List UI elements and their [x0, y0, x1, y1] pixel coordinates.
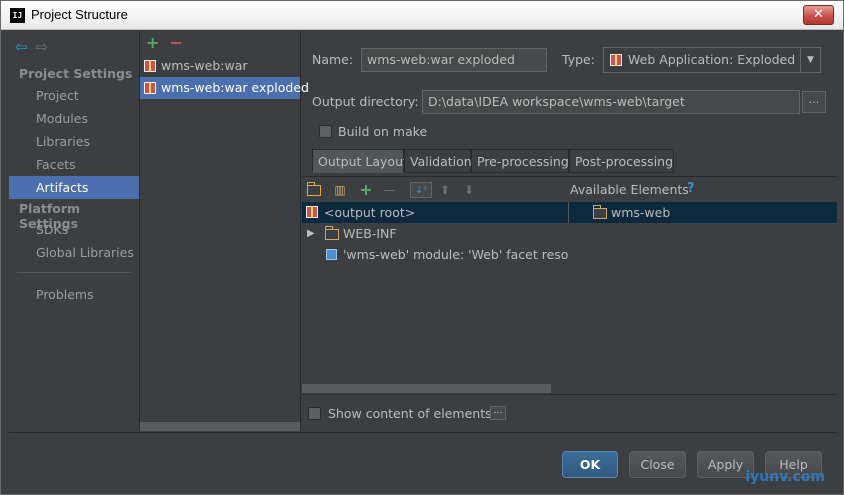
output-layout-toolbar: ▥ + — ↓ᶻ ⬆ ⬇ Available Elements ?: [302, 176, 837, 202]
nav-item-artifacts[interactable]: Artifacts: [9, 176, 139, 199]
dialog-footer: OK Close Apply Help iyunv.com: [9, 432, 837, 489]
artifact-icon: [306, 206, 318, 218]
title-bar: IJ Project Structure ✕: [1, 1, 843, 30]
chevron-down-icon: ▼: [800, 48, 820, 72]
nav-item-sdks[interactable]: SDKs: [9, 218, 139, 241]
artifact-list-scrollbar[interactable]: [140, 422, 300, 431]
tree-horizontal-scrollbar[interactable]: [302, 384, 551, 393]
tab-pre-processing[interactable]: Pre-processing: [471, 149, 569, 173]
available-element-label[interactable]: wms-web: [611, 202, 670, 223]
back-arrow-icon[interactable]: ⇦: [15, 38, 28, 56]
close-window-button[interactable]: ✕: [803, 5, 834, 25]
forward-arrow-icon[interactable]: ⇨: [36, 38, 49, 56]
output-directory-label: Output directory:: [312, 94, 419, 109]
settings-nav: ⇦ ⇨ Project Settings Project Modules Libr…: [9, 31, 140, 431]
build-on-make-label: Build on make: [338, 124, 428, 139]
artifact-icon: [144, 82, 156, 94]
browse-button[interactable]: ...: [802, 91, 826, 113]
site-watermark: iyunv.com: [745, 469, 825, 485]
sort-icon[interactable]: ↓ᶻ: [410, 182, 432, 198]
tab-post-processing[interactable]: Post-processing: [569, 149, 674, 173]
tree-row-web-facet[interactable]: 'wms-web' module: 'Web' facet resour: [302, 244, 837, 265]
type-value: Web Application: Exploded: [628, 52, 796, 67]
archive-icon[interactable]: ▥: [332, 182, 348, 198]
artifact-toolbar: + −: [140, 31, 300, 55]
folder-icon: [593, 205, 607, 219]
artifact-list-panel: + − wms-web:war wms-web:war exploded: [140, 31, 309, 431]
show-content-options-button[interactable]: ...: [490, 406, 506, 420]
nav-item-problems[interactable]: Problems: [9, 283, 139, 306]
nav-divider: [17, 272, 131, 273]
tree-row-web-inf[interactable]: ▶ WEB-INF: [302, 223, 837, 244]
type-label: Type:: [562, 52, 595, 67]
project-settings-header: Project Settings: [19, 66, 133, 81]
name-label: Name:: [312, 52, 354, 67]
nav-item-facets[interactable]: Facets: [9, 153, 139, 176]
type-dropdown[interactable]: Web Application: Exploded ▼: [603, 47, 821, 73]
artifact-item[interactable]: wms-web:war exploded: [140, 77, 309, 99]
nav-item-global-libraries[interactable]: Global Libraries: [9, 241, 139, 264]
expand-arrow-icon[interactable]: ▶: [307, 223, 315, 244]
output-directory-field[interactable]: D:\data\IDEA workspace\wms-web\target: [422, 90, 800, 114]
tree-label: WEB-INF: [343, 226, 397, 241]
artifact-icon: [610, 54, 622, 66]
output-layout-tree: <output root> wms-web ▶ WEB-INF 'wms-web…: [302, 202, 837, 394]
nav-item-libraries[interactable]: Libraries: [9, 130, 139, 153]
new-folder-icon[interactable]: [306, 182, 322, 198]
folder-icon: [325, 226, 339, 240]
remove-icon[interactable]: —: [381, 182, 397, 198]
add-icon[interactable]: +: [358, 182, 374, 198]
tree-row-output-root[interactable]: <output root> wms-web: [302, 202, 837, 223]
artifact-label: wms-web:war exploded: [161, 80, 309, 95]
close-button[interactable]: Close: [629, 451, 686, 478]
tab-validation[interactable]: Validation: [404, 149, 472, 173]
artifact-item[interactable]: wms-web:war: [140, 55, 300, 77]
build-on-make-checkbox[interactable]: [319, 125, 332, 138]
tree-label: <output root>: [324, 205, 416, 220]
help-icon[interactable]: ?: [687, 181, 695, 196]
artifact-icon: [144, 60, 156, 72]
nav-item-project[interactable]: Project: [9, 84, 139, 107]
ok-button[interactable]: OK: [562, 451, 618, 478]
available-elements-label: Available Elements: [570, 182, 689, 197]
nav-item-modules[interactable]: Modules: [9, 107, 139, 130]
project-structure-dialog: IJ Project Structure ✕ ⇦ ⇨ Project Settin…: [0, 0, 844, 495]
tab-output-layout[interactable]: Output Layout: [312, 149, 408, 173]
intellij-icon: IJ: [10, 8, 25, 23]
artifact-detail-panel: Name: wms-web:war exploded Type: Web App…: [302, 31, 837, 431]
tree-label: 'wms-web' module: 'Web' facet resour: [343, 247, 569, 262]
show-content-label: Show content of elements: [328, 406, 492, 421]
tree-divider: [302, 394, 837, 395]
artifact-label: wms-web:war: [161, 58, 248, 73]
tree-splitter[interactable]: [568, 202, 569, 223]
move-up-icon[interactable]: ⬆: [437, 182, 453, 198]
web-facet-icon: [326, 249, 337, 260]
show-content-checkbox[interactable]: [308, 407, 321, 420]
window-title: Project Structure: [31, 7, 128, 22]
name-field[interactable]: wms-web:war exploded: [361, 48, 547, 72]
move-down-icon[interactable]: ⬇: [461, 182, 477, 198]
add-artifact-icon[interactable]: +: [146, 33, 159, 52]
remove-artifact-icon[interactable]: −: [169, 33, 182, 52]
